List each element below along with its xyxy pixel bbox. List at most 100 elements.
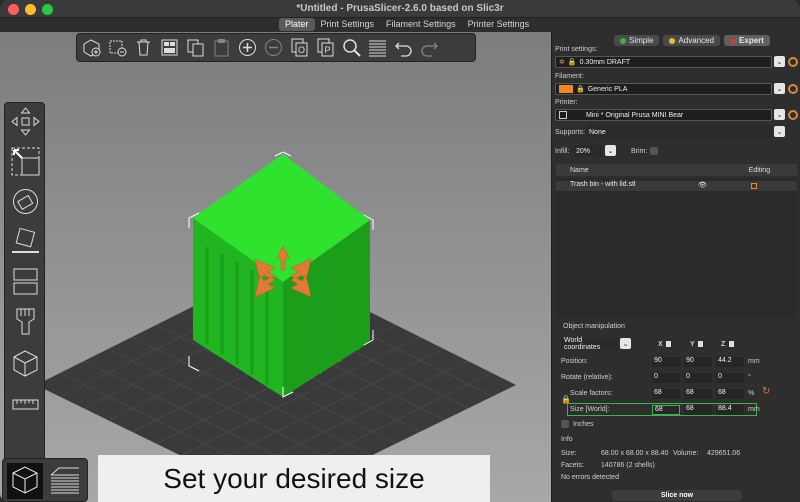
infill-dropdown[interactable]: ⌄	[605, 145, 616, 156]
filament-select[interactable]: 🔒 Generic PLA	[555, 83, 772, 95]
paint-supports-icon[interactable]	[9, 305, 42, 338]
filament-edit-icon[interactable]	[788, 84, 798, 94]
tab-printer-settings[interactable]: Printer Settings	[462, 18, 536, 31]
redo-icon[interactable]	[418, 36, 441, 59]
filament-value: Generic PLA	[587, 85, 628, 93]
axis-x-label: X	[658, 341, 663, 348]
infill-label: Infill:	[555, 148, 570, 155]
svg-text:O: O	[298, 45, 305, 55]
simple-dot-icon	[620, 37, 626, 44]
inches-checkbox[interactable]	[561, 420, 569, 428]
coordinate-system-select[interactable]: World coordinates	[561, 337, 617, 351]
size-x-input[interactable]: 68	[652, 405, 680, 415]
caption-banner: Set your desired size	[98, 455, 490, 502]
col-name: Name	[570, 166, 589, 174]
scale-label: Scale factors:	[570, 390, 613, 397]
coordinate-system-dropdown[interactable]: ⌄	[620, 338, 631, 349]
rotate-label: Rotate (relative):	[561, 374, 613, 381]
cube-tool-icon[interactable]	[9, 347, 42, 380]
mode-simple-label: Simple	[629, 36, 654, 45]
supports-dropdown[interactable]: ⌄	[774, 126, 785, 137]
delete-icon[interactable]	[106, 36, 129, 59]
move-tool-icon[interactable]	[9, 105, 42, 138]
mode-advanced-button[interactable]: Advanced	[663, 35, 721, 46]
cut-tool-icon[interactable]	[9, 265, 42, 298]
axis-x-swatch	[666, 341, 671, 347]
remove-instance-icon[interactable]	[262, 36, 285, 59]
arrange-icon[interactable]	[158, 36, 181, 59]
position-label: Position:	[561, 358, 588, 365]
edit-object-icon[interactable]	[751, 183, 757, 189]
paste-icon[interactable]	[210, 36, 233, 59]
preview-layers-icon[interactable]	[47, 463, 83, 499]
scale-y-input[interactable]: 68	[684, 389, 712, 399]
printer-value: Mini * Original Prusa MINI Bear	[586, 111, 684, 119]
object-manipulation-panel: Object manipulation World coordinates ⌄ …	[556, 319, 797, 429]
layers-icon[interactable]	[366, 36, 389, 59]
tab-print-settings[interactable]: Print Settings	[315, 18, 381, 31]
visibility-eye-icon[interactable]: 👁	[698, 181, 707, 189]
mode-simple-button[interactable]: Simple	[614, 35, 660, 46]
delete-all-icon[interactable]	[132, 36, 155, 59]
position-z-input[interactable]: 44.2	[716, 357, 744, 367]
position-y-input[interactable]: 90	[684, 357, 712, 367]
print-settings-select[interactable]: ✲ 🔒 0.30mm DRAFT	[555, 56, 772, 68]
infill-value: 20%	[576, 147, 591, 155]
split-objects-icon[interactable]: O	[288, 36, 311, 59]
reset-scale-icon[interactable]: ↻	[762, 386, 770, 397]
svg-text:P: P	[324, 45, 330, 55]
place-on-face-icon[interactable]	[9, 225, 42, 258]
tab-filament-settings[interactable]: Filament Settings	[380, 18, 462, 31]
object-list	[556, 178, 797, 318]
rotate-unit: °	[748, 374, 751, 381]
mode-expert-label: Expert	[739, 36, 764, 45]
app-window: *Untitled - PrusaSlicer-2.6.0 based on S…	[0, 0, 800, 502]
rotate-y-input[interactable]: 0	[684, 373, 712, 383]
undo-icon[interactable]	[392, 36, 415, 59]
settings-icon: ✲	[559, 59, 565, 66]
3d-view-icon[interactable]	[7, 463, 43, 499]
infill-select[interactable]: 20%	[573, 145, 603, 157]
info-volume-value: 429651.06	[707, 450, 741, 457]
measure-icon[interactable]	[9, 389, 42, 422]
add-icon[interactable]	[80, 36, 103, 59]
mode-advanced-label: Advanced	[678, 36, 715, 45]
right-sidebar: Simple Advanced Expert Print settings: ✲…	[551, 32, 800, 502]
scene	[36, 151, 516, 502]
printer-select[interactable]: Mini * Original Prusa MINI Bear	[555, 109, 772, 121]
scale-x-input[interactable]: 68	[652, 389, 680, 399]
slice-now-button[interactable]: Slice now	[612, 490, 742, 501]
scale-tool-icon[interactable]	[9, 145, 42, 178]
col-editing: Editing	[748, 166, 771, 174]
print-settings-label: Print settings:	[555, 46, 598, 53]
rotate-x-input[interactable]: 0	[652, 373, 680, 383]
left-gizmo-toolbar	[4, 102, 45, 462]
view-toggle	[2, 458, 88, 502]
size-y-input[interactable]: 68	[684, 405, 712, 415]
printer-dropdown[interactable]: ⌄	[774, 109, 785, 120]
rotate-z-input[interactable]: 0	[716, 373, 744, 383]
object-name: Trash bin - with lid.stl	[570, 181, 636, 188]
copy-icon[interactable]	[184, 36, 207, 59]
expert-dot-icon	[730, 37, 737, 44]
print-settings-edit-icon[interactable]	[788, 57, 798, 67]
size-z-input[interactable]: 88.4	[716, 405, 744, 415]
split-parts-icon[interactable]: P	[314, 36, 337, 59]
printer-edit-icon[interactable]	[788, 110, 798, 120]
info-size-label: Size:	[561, 450, 577, 457]
tab-plater[interactable]: Plater	[279, 18, 315, 31]
3d-viewport[interactable]: O P Set your desired size	[0, 32, 551, 502]
list-item[interactable]: Trash bin - with lid.stl 👁	[556, 181, 797, 191]
brim-checkbox[interactable]	[650, 147, 658, 155]
print-settings-dropdown[interactable]: ⌄	[774, 56, 785, 67]
supports-select[interactable]: None	[586, 126, 772, 138]
filament-dropdown[interactable]: ⌄	[774, 83, 785, 94]
position-x-input[interactable]: 90	[652, 357, 680, 367]
search-icon[interactable]	[340, 36, 363, 59]
rotate-tool-icon[interactable]	[9, 185, 42, 218]
info-facets-label: Facets:	[561, 462, 584, 469]
scale-z-input[interactable]: 68	[716, 389, 744, 399]
mode-expert-button[interactable]: Expert	[724, 35, 770, 46]
add-instance-icon[interactable]	[236, 36, 259, 59]
scale-unit: %	[748, 390, 755, 397]
